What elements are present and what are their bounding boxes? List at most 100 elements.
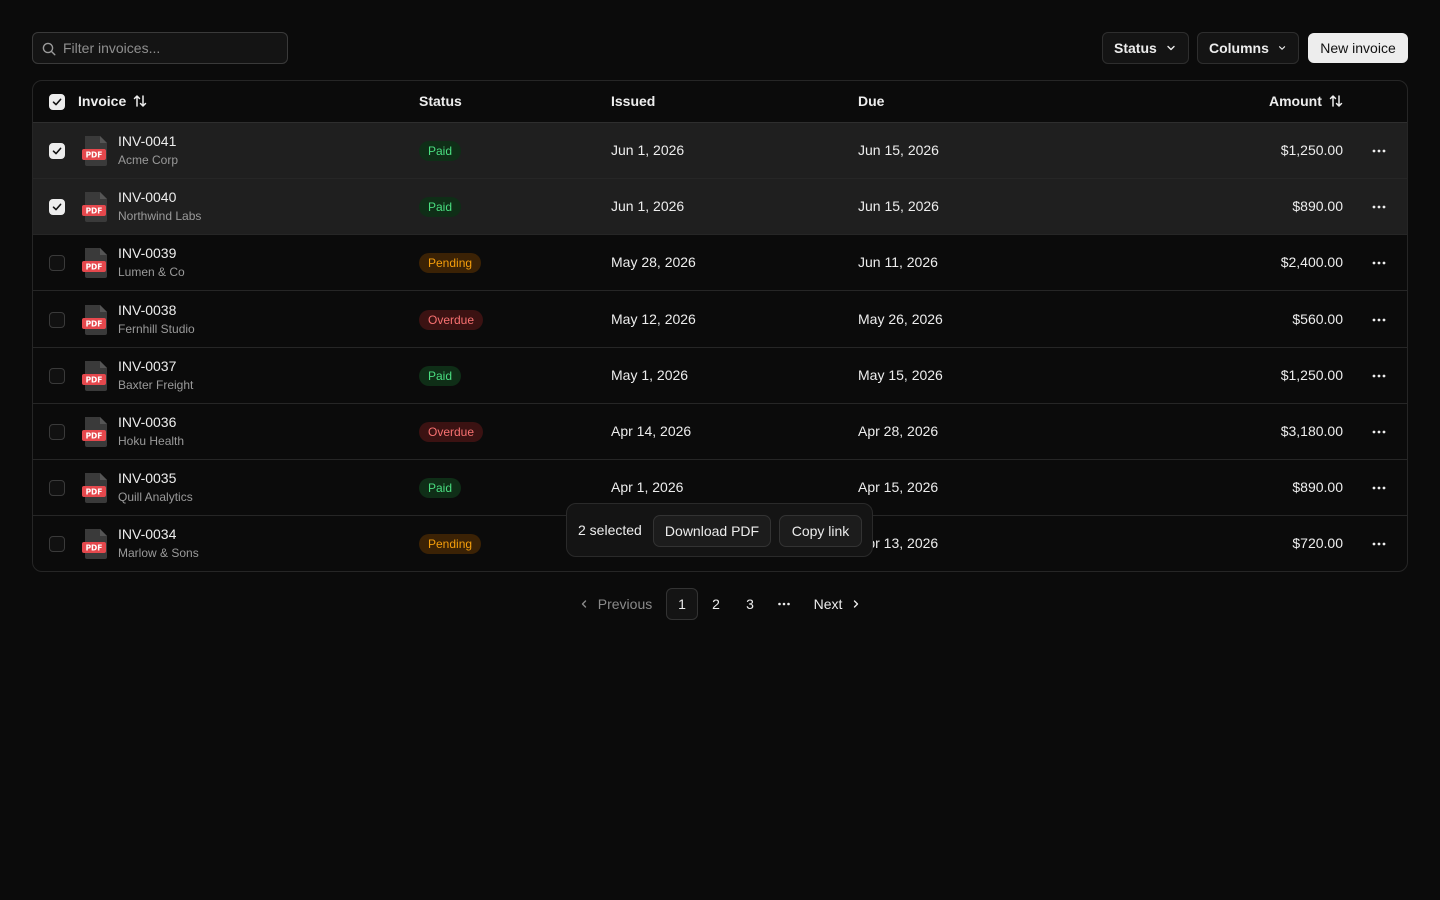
invoice-amount: $560.00 bbox=[1292, 310, 1343, 327]
columns-button[interactable]: Columns bbox=[1197, 32, 1299, 64]
filter-input[interactable] bbox=[63, 33, 283, 63]
invoice-amount: $3,180.00 bbox=[1280, 423, 1343, 439]
row-checkbox[interactable] bbox=[49, 424, 65, 440]
next-page-button[interactable]: Next bbox=[808, 588, 868, 620]
column-status-label: Status bbox=[419, 93, 462, 109]
invoice-amount: $890.00 bbox=[1292, 479, 1343, 496]
status-filter-button[interactable]: Status bbox=[1102, 32, 1189, 64]
pdf-file-icon: PDF bbox=[82, 360, 107, 391]
more-actions-icon[interactable] bbox=[1369, 422, 1389, 442]
copy-link-button[interactable]: Copy link bbox=[779, 515, 862, 547]
table-row[interactable]: PDF INV-0037 Baxter Freight Paid May 1, 2026… bbox=[33, 348, 1407, 404]
new-invoice-button[interactable]: New invoice bbox=[1308, 33, 1408, 63]
chevron-down-icon bbox=[1278, 46, 1286, 50]
invoice-amount: $2,400.00 bbox=[1280, 254, 1343, 271]
pdf-badge-text: PDF bbox=[86, 319, 103, 328]
status-badge: Paid bbox=[419, 478, 462, 499]
pdf-file-icon: PDF bbox=[82, 136, 107, 166]
previous-page-button[interactable]: Previous bbox=[574, 588, 656, 620]
sort-icon bbox=[134, 95, 147, 107]
row-checkbox[interactable] bbox=[49, 367, 65, 384]
more-actions-icon[interactable] bbox=[1369, 366, 1389, 386]
column-invoice[interactable]: Invoice bbox=[78, 93, 148, 109]
more-actions-icon[interactable] bbox=[1369, 141, 1389, 161]
invoice-amount: $890.00 bbox=[1292, 198, 1343, 215]
invoice-amount: $1,250.00 bbox=[1280, 142, 1343, 158]
status-badge: Overdue bbox=[419, 309, 484, 330]
pdf-badge-text: PDF bbox=[86, 375, 103, 384]
invoice-id[interactable]: INV-0037 bbox=[118, 358, 176, 374]
table-row[interactable]: PDF INV-0038 Fernhill Studio Overdue May 12,… bbox=[33, 292, 1407, 348]
column-issued: Issued bbox=[611, 93, 655, 109]
more-actions-icon[interactable] bbox=[1369, 197, 1389, 217]
chevron-right-icon bbox=[854, 600, 859, 608]
table-row[interactable]: PDF INV-0040 Northwind Labs Paid Jun 1, 2026… bbox=[33, 179, 1407, 236]
table-row[interactable]: PDF INV-0036 Hoku Health Overdue Apr 14, 202… bbox=[33, 404, 1407, 460]
status-badge: Paid bbox=[419, 141, 462, 161]
status-badge: Pending bbox=[419, 534, 482, 555]
invoice-amount: $1,250.00 bbox=[1280, 366, 1343, 383]
column-due-label: Due bbox=[858, 93, 885, 109]
more-actions-icon[interactable] bbox=[1369, 478, 1389, 498]
search-icon bbox=[42, 42, 56, 56]
invoice-id[interactable]: INV-0039 bbox=[118, 245, 176, 261]
row-checkbox[interactable] bbox=[49, 255, 65, 272]
invoice-table: Invoice Status Issued Due Amount PDF INV-… bbox=[32, 80, 1408, 572]
issued-date: Apr 1, 2026 bbox=[611, 479, 684, 496]
chevron-down-icon bbox=[1167, 45, 1175, 51]
columns-label: Columns bbox=[1209, 40, 1269, 56]
invoice-client: Fernhill Studio bbox=[118, 321, 195, 336]
column-amount-label: Amount bbox=[1269, 93, 1322, 109]
bulk-action-bar: 2 selected Download PDF Copy link bbox=[566, 503, 873, 557]
table-header: Invoice Status Issued Due Amount bbox=[33, 81, 1407, 123]
more-actions-icon[interactable] bbox=[1369, 310, 1389, 330]
status-badge: Paid bbox=[419, 197, 462, 218]
status-badge: Paid bbox=[419, 365, 462, 386]
more-actions-icon[interactable] bbox=[1369, 253, 1389, 273]
issued-date: May 28, 2026 bbox=[611, 254, 696, 271]
table-row[interactable]: PDF INV-0041 Acme Corp Paid Jun 1, 2026 Jun 1… bbox=[33, 123, 1407, 179]
row-checkbox[interactable] bbox=[49, 199, 65, 216]
invoice-id[interactable]: INV-0034 bbox=[118, 526, 176, 542]
page-2-button[interactable]: 2 bbox=[700, 588, 732, 620]
pdf-badge-text: PDF bbox=[86, 207, 103, 216]
invoice-id[interactable]: INV-0038 bbox=[118, 302, 176, 318]
invoice-id[interactable]: INV-0041 bbox=[118, 133, 176, 149]
pdf-file-icon: PDF bbox=[82, 473, 107, 504]
issued-date: May 12, 2026 bbox=[611, 310, 696, 327]
column-invoice-label: Invoice bbox=[78, 93, 127, 109]
row-checkbox[interactable] bbox=[49, 311, 65, 328]
column-amount[interactable]: Amount bbox=[1269, 93, 1344, 109]
filter-input-wrapper[interactable] bbox=[32, 32, 288, 64]
due-date: May 26, 2026 bbox=[858, 310, 943, 327]
page-3-button[interactable]: 3 bbox=[734, 588, 766, 620]
page-1-button[interactable]: 1 bbox=[666, 588, 698, 620]
pagination: Previous 1 2 3 Next bbox=[566, 588, 876, 620]
pagination-ellipsis-icon bbox=[768, 588, 800, 620]
due-date: May 15, 2026 bbox=[858, 366, 943, 383]
row-checkbox[interactable] bbox=[49, 536, 65, 553]
table-row[interactable]: PDF INV-0039 Lumen & Co Pending May 28, 2026… bbox=[33, 235, 1407, 292]
more-actions-icon[interactable] bbox=[1369, 534, 1389, 554]
chevron-left-icon bbox=[581, 600, 586, 608]
issued-date: Jun 1, 2026 bbox=[611, 198, 685, 215]
select-all-checkbox[interactable] bbox=[49, 94, 65, 110]
download-pdf-button[interactable]: Download PDF bbox=[653, 515, 771, 547]
pdf-file-icon: PDF bbox=[82, 417, 107, 447]
issued-date: Jun 1, 2026 bbox=[611, 142, 685, 158]
pdf-badge-text: PDF bbox=[86, 151, 103, 160]
pdf-badge-text: PDF bbox=[86, 544, 103, 553]
check-icon bbox=[52, 147, 62, 155]
issued-date: May 1, 2026 bbox=[611, 366, 689, 383]
due-date: Jun 15, 2026 bbox=[858, 142, 939, 158]
invoice-id[interactable]: INV-0040 bbox=[118, 189, 176, 205]
due-date: Apr 15, 2026 bbox=[858, 479, 939, 496]
row-checkbox[interactable] bbox=[49, 143, 65, 159]
invoice-client: Hoku Health bbox=[118, 434, 185, 448]
selected-count: 2 selected bbox=[578, 522, 642, 538]
invoice-id[interactable]: INV-0035 bbox=[118, 470, 176, 486]
row-checkbox[interactable] bbox=[49, 480, 65, 497]
invoice-client: Marlow & Sons bbox=[118, 546, 199, 561]
issued-date: Apr 14, 2026 bbox=[611, 423, 692, 439]
invoice-id[interactable]: INV-0036 bbox=[118, 414, 176, 430]
